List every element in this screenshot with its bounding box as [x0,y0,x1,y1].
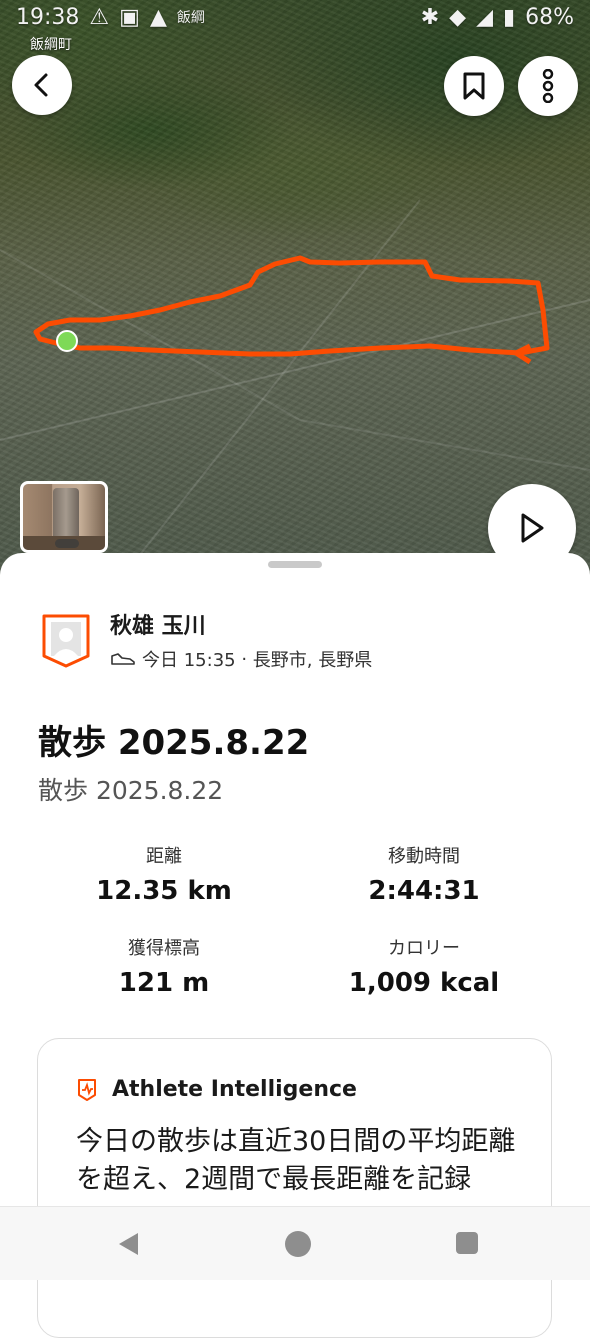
stat-distance-label: 距離 [146,846,182,867]
avatar-icon [42,614,90,668]
wifi-icon: ◆ [449,4,467,30]
sheet-drag-handle[interactable] [268,561,322,568]
stat-elevation-label: 獲得標高 [128,938,200,959]
more-options-button[interactable] [518,56,578,116]
more-icon [542,69,554,103]
activity-detail-sheet: 秋雄 玉川 今日 15:35 · 長野市, 長野県 散歩 2025.8.22 散… [0,553,590,1338]
nav-recents-icon[interactable] [456,1232,478,1254]
ai-card-header: Athlete Intelligence [76,1077,357,1102]
stat-calories-label: カロリー [388,938,460,959]
athlete-intelligence-card[interactable]: Athlete Intelligence 今日の散歩は直近30日間の平均距離を超… [37,1038,552,1338]
route-map[interactable]: 19:38 ⚠ ▣ ▲ 飯綱 ✱ ◆ ◢ ▮ 68% 飯綱町 [0,0,590,580]
status-bar: 19:38 ⚠ ▣ ▲ 飯綱 ✱ ◆ ◢ ▮ 68% [0,0,590,34]
route-line [33,255,550,357]
athlete-header[interactable]: 秋雄 玉川 今日 15:35 · 長野市, 長野県 [40,612,372,672]
nav-home-icon[interactable] [285,1231,311,1257]
stat-elevation-gain: 獲得標高 121 m [34,934,294,998]
stat-calories: カロリー 1,009 kcal [294,934,554,998]
activity-meta: 今日 15:35 · 長野市, 長野県 [110,646,372,672]
ai-icon [78,1078,96,1101]
battery-icon: ▮ [502,4,516,30]
stat-moving-time-label: 移動時間 [388,846,460,867]
start-marker [56,330,78,352]
bluetooth-icon: ✱ [420,4,440,30]
map-place-label: 飯綱町 [30,37,72,53]
stat-moving-time: 移動時間 2:44:31 [294,842,554,906]
stat-distance-value: 12.35 km [96,876,232,906]
status-time: 19:38 [16,4,80,30]
activity-title: 散歩 2025.8.22 [38,723,310,763]
shoe-icon [111,653,135,665]
system-navigation-bar [0,1206,590,1280]
warning-icon: ⚠ [89,4,110,30]
bookmark-icon [463,72,485,100]
mountain-icon: ▲ [149,4,167,30]
status-carrier: 飯綱 [176,10,205,26]
back-icon [34,73,48,97]
athlete-name[interactable]: 秋雄 玉川 [110,612,372,642]
app-icon: ▣ [119,4,140,30]
stat-distance: 距離 12.35 km [34,842,294,906]
meta-separator: · [235,648,253,670]
activity-location: 長野市, 長野県 [252,650,373,671]
stat-calories-value: 1,009 kcal [348,968,500,998]
activity-description: 散歩 2025.8.22 [38,776,224,805]
ai-card-title: Athlete Intelligence [112,1077,357,1102]
battery-level: 68% [525,4,574,30]
stat-elevation-value: 121 m [118,968,210,998]
ai-card-text: 今日の散歩は直近30日間の平均距離を超え、2週間で最長距離を記録 [76,1126,516,1195]
play-icon [521,513,544,543]
signal-icon: ◢ [476,4,493,30]
activity-date-time: 今日 15:35 [142,650,236,671]
photo-count-badge [55,539,79,548]
back-button[interactable] [12,55,72,115]
stat-moving-time-value: 2:44:31 [368,876,480,906]
activity-photo-thumbnail[interactable] [20,481,108,553]
bookmark-button[interactable] [444,56,504,116]
nav-back-icon[interactable] [116,1231,140,1257]
